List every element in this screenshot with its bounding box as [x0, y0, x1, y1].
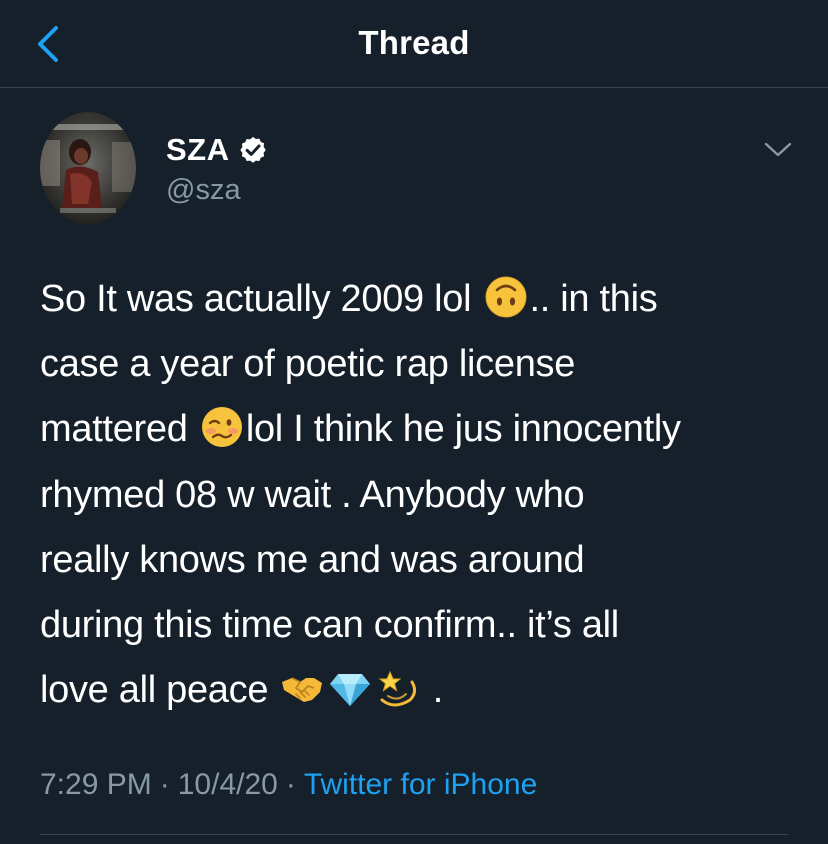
tweet-line: So It was actually 2009 lol .. in this [40, 267, 800, 332]
display-name: SZA [166, 132, 230, 167]
user-handle[interactable]: @sza [166, 174, 241, 207]
tweet-line: really knows me and was around [40, 538, 585, 581]
dizzy-emoji-icon [379, 670, 417, 707]
tweet-author: SZA @sza [40, 112, 800, 224]
verified-badge-icon [239, 136, 266, 163]
chevron-down-icon [764, 142, 792, 157]
tweet-source-link[interactable]: Twitter for iPhone [304, 768, 537, 801]
tweet-line: mattered lol I think he jus innocently [40, 397, 800, 462]
tweet-line: during this time can confirm.. it’s all [40, 603, 619, 646]
tweet-meta: 7:29 PM · 10/4/20 · Twitter for iPhone [40, 768, 537, 802]
gem-stone-emoji-icon [330, 674, 371, 707]
tweet-time: 7:29 PM [40, 768, 152, 801]
avatar-image [40, 112, 136, 224]
tweet-line: rhymed 08 w wait . Anybody who [40, 473, 585, 516]
more-options-button[interactable] [758, 132, 798, 168]
woozy-face-emoji-icon [201, 407, 242, 448]
upside-down-face-emoji-icon [485, 276, 527, 318]
tweet-text-segment: So It was actually 2009 lol [40, 278, 482, 320]
tweet-line: love all peace . [40, 658, 800, 723]
meta-separator: · [159, 768, 170, 801]
tweet-date: 10/4/20 [177, 768, 278, 801]
tweet-text: So It was actually 2009 lol .. in this c… [40, 267, 800, 723]
meta-separator: · [285, 768, 296, 801]
page-title: Thread [358, 24, 470, 61]
avatar[interactable] [40, 112, 136, 224]
tweet-line: case a year of poetic rap license [40, 343, 576, 386]
tweet-text-segment: .. in this [529, 278, 658, 320]
tweet-text-segment: love all peace [40, 669, 279, 712]
tweet-text-segment: . [422, 669, 444, 712]
thread-screen: Thread SZA @sza So It was actually 2009 … [0, 0, 828, 844]
tweet-text-segment: lol I think he jus innocently [245, 408, 681, 451]
tweet-text-segment: mattered [40, 408, 198, 451]
handshake-emoji-icon [282, 677, 323, 703]
divider [40, 834, 788, 835]
display-name-link[interactable]: SZA [166, 132, 268, 168]
nav-bar: Thread [0, 0, 828, 88]
